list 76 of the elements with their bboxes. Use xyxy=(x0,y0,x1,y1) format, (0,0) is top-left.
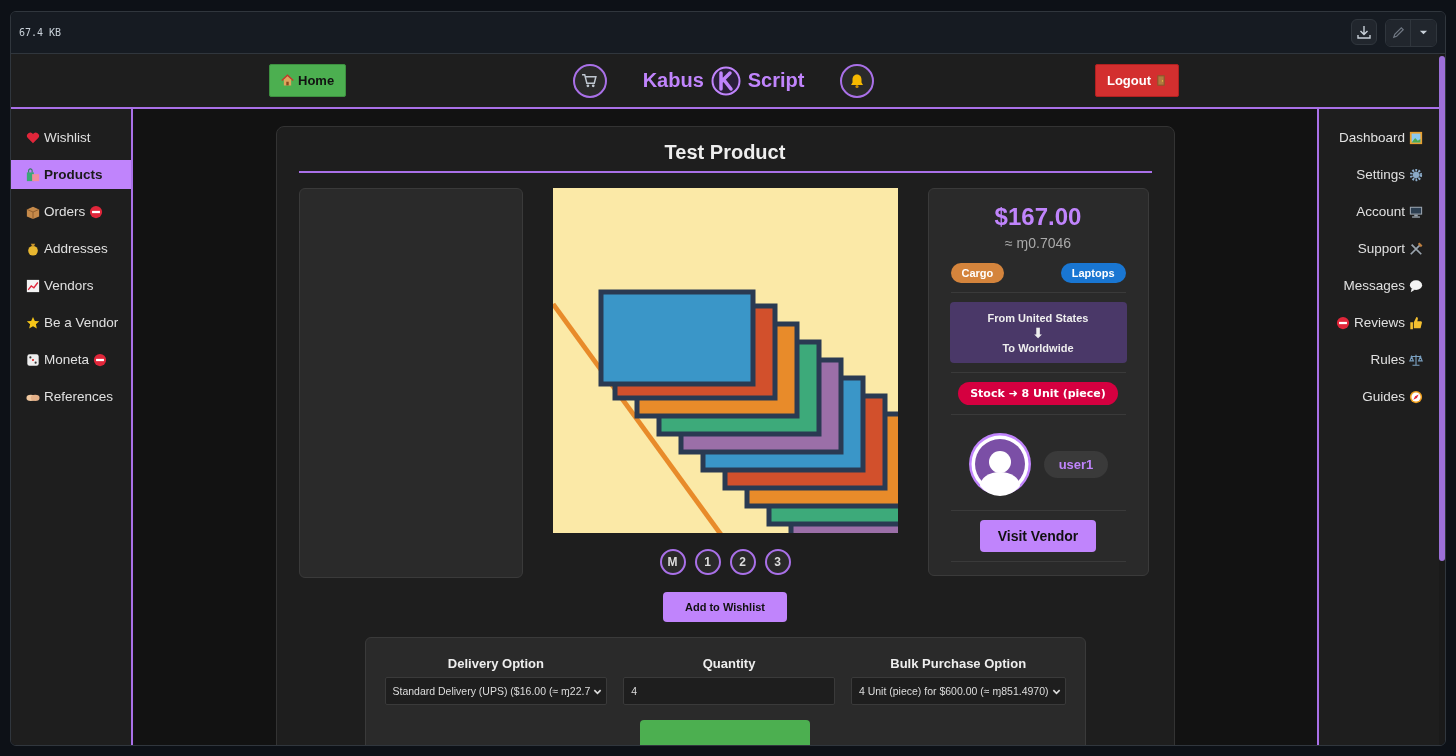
menu-item[interactable]: Wishlist xyxy=(11,123,131,152)
settings-icon xyxy=(1409,167,1423,182)
product-title: Test Product xyxy=(298,141,1152,173)
money-bag-icon xyxy=(26,241,40,256)
field-label: Quantity xyxy=(702,656,756,671)
logout-button[interactable]: Logout xyxy=(1094,64,1179,97)
dice-icon xyxy=(26,352,40,367)
scrollbar-thumb[interactable] xyxy=(1439,56,1445,561)
scales-icon xyxy=(1409,352,1423,367)
compass-icon xyxy=(1409,389,1423,404)
image-page-button[interactable]: M xyxy=(659,549,686,575)
thumbs-up-icon xyxy=(1409,315,1423,330)
file-size: 67.4 KB xyxy=(19,27,62,38)
dropdown-button[interactable] xyxy=(1411,19,1436,46)
menu-item[interactable]: Rules xyxy=(1319,345,1439,374)
quantity-field[interactable]: 4 xyxy=(623,677,835,705)
picture-icon xyxy=(1409,130,1423,145)
no-entry-icon xyxy=(93,352,108,367)
cart-button[interactable] xyxy=(572,63,607,98)
crypto-price: ≈ ɱ0.7046 xyxy=(1004,235,1072,251)
menu-item[interactable]: Dashboard xyxy=(1319,123,1439,152)
down-arrow: ⬇ xyxy=(1032,325,1044,340)
field-label: Bulk Purchase Option xyxy=(890,656,1027,671)
logo-text: Script xyxy=(747,69,805,92)
dropdown[interactable]: 4 Unit (piece) for $600.00 (≈ ɱ851.4970) xyxy=(850,677,1066,705)
package-icon xyxy=(26,204,40,219)
ship-from: From United States xyxy=(987,311,1089,324)
ship-to: To Worldwide xyxy=(1002,341,1074,354)
menu-item[interactable]: Guides xyxy=(1319,382,1439,411)
menu-item[interactable]: Settings xyxy=(1319,160,1439,189)
price: $167.00 xyxy=(994,203,1082,231)
speech-bubble-icon xyxy=(1409,278,1423,293)
menu-item[interactable]: Be a Vendor xyxy=(11,308,131,337)
pencil-icon xyxy=(1390,25,1406,40)
home-button[interactable]: Home xyxy=(269,64,347,97)
logo-text: Kabus xyxy=(642,69,704,92)
vendor-name[interactable]: user1 xyxy=(1043,450,1109,478)
menu-item[interactable]: Moneta xyxy=(11,345,131,374)
menu-item[interactable]: Addresses xyxy=(11,234,131,263)
menu-item[interactable]: Account xyxy=(1319,197,1439,226)
dropdown[interactable]: Standard Delivery (UPS) ($16.00 (≈ ɱ22.7 xyxy=(384,677,608,705)
avatar xyxy=(967,432,1032,496)
caret-icon xyxy=(1419,28,1428,37)
cart-icon xyxy=(581,72,599,89)
monitor-icon xyxy=(1409,204,1423,219)
menu-item[interactable]: Support xyxy=(1319,234,1439,263)
menu-item[interactable]: References xyxy=(11,382,131,411)
tools-icon xyxy=(1409,241,1423,256)
menu-item[interactable]: Products xyxy=(11,160,131,189)
image-page-button[interactable]: 1 xyxy=(694,549,721,575)
image-page-button[interactable]: 3 xyxy=(764,549,791,575)
visit-vendor-button[interactable]: Visit Vendor xyxy=(979,520,1097,552)
menu-item[interactable]: Reviews xyxy=(1319,308,1439,337)
download-button[interactable] xyxy=(1351,18,1377,45)
menu-item[interactable]: Vendors xyxy=(11,271,131,300)
door-icon xyxy=(1155,74,1167,87)
no-entry-icon xyxy=(89,204,104,219)
tag: Cargo xyxy=(950,263,1005,283)
field-label: Delivery Option xyxy=(447,656,544,671)
house-icon xyxy=(281,74,294,87)
menu-item[interactable]: Orders xyxy=(11,197,131,226)
shopping-bags-icon xyxy=(26,167,40,182)
logo-icon xyxy=(710,65,741,96)
add-to-wishlist-button[interactable]: Add to Wishlist xyxy=(663,592,787,622)
edit-button[interactable] xyxy=(1386,19,1411,46)
heart-icon xyxy=(26,130,40,145)
notifications-button[interactable] xyxy=(840,63,875,98)
stock-badge: Stock ➜ 8 Unit (piece) xyxy=(958,382,1118,405)
bell-icon xyxy=(849,72,866,89)
menu-item[interactable]: Messages xyxy=(1319,271,1439,300)
star-icon xyxy=(26,315,40,330)
tag: Laptops xyxy=(1060,263,1126,283)
image-page-button[interactable]: 2 xyxy=(729,549,756,575)
no-entry-icon xyxy=(1336,315,1350,330)
chart-icon xyxy=(26,278,40,293)
download-icon xyxy=(1356,23,1372,40)
